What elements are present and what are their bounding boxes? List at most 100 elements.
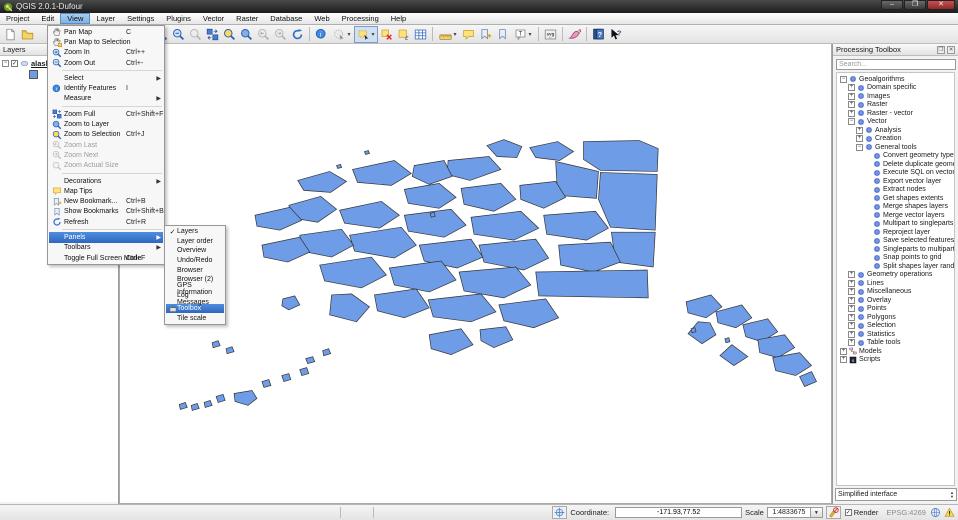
submenu-item-undo-redo[interactable]: Undo/Redo: [166, 256, 224, 266]
attribute-table-icon[interactable]: [412, 26, 429, 43]
map-polygon[interactable]: [261, 236, 311, 263]
coordinate-input[interactable]: [615, 507, 743, 518]
tree-item-raster-vector[interactable]: + Raster - vector: [837, 109, 954, 118]
tree-item-scripts[interactable]: + s Scripts: [837, 356, 954, 365]
map-polygon[interactable]: [364, 150, 370, 155]
tree-item-points[interactable]: + Points: [837, 305, 954, 314]
tree-item-analysis[interactable]: + Analysis: [837, 126, 954, 135]
submenu-item-layers[interactable]: ✓ Layers: [166, 227, 224, 237]
tree-expander[interactable]: +: [848, 279, 855, 287]
tree-item-save-selected-features[interactable]: Save selected features: [837, 237, 954, 246]
tree-item-images[interactable]: + Images: [837, 92, 954, 101]
menu-item-refresh[interactable]: Refresh Ctrl+R: [49, 217, 163, 227]
zoom-last-icon[interactable]: [255, 26, 272, 43]
menu-item-identify-features[interactable]: i Identify Features I: [49, 83, 163, 93]
zoom-full-icon[interactable]: [204, 26, 221, 43]
menu-item-zoom-last[interactable]: Zoom Last: [49, 140, 163, 150]
map-polygon[interactable]: [281, 295, 301, 311]
map-polygon[interactable]: [281, 373, 292, 382]
help-contents-icon[interactable]: ?: [590, 26, 607, 43]
menubar-item-processing[interactable]: Processing: [336, 13, 385, 24]
tree-expander[interactable]: +: [848, 322, 855, 330]
menu-item-select[interactable]: Select ▶: [49, 73, 163, 83]
map-tips-icon[interactable]: [460, 26, 477, 43]
tree-expander[interactable]: +: [856, 126, 863, 134]
menubar-item-database[interactable]: Database: [264, 13, 308, 24]
deselect-all-icon[interactable]: [378, 26, 395, 43]
map-polygon[interactable]: [305, 356, 316, 365]
map-polygon[interactable]: [215, 394, 226, 403]
zoom-layer-icon[interactable]: [238, 26, 255, 43]
map-polygon[interactable]: [411, 160, 453, 185]
tree-item-convert-geometry-type[interactable]: Convert geometry type: [837, 152, 954, 161]
map-polygon[interactable]: [583, 140, 659, 172]
menu-item-zoom-next[interactable]: Zoom Next: [49, 150, 163, 160]
tree-item-get-shapes-extents[interactable]: Get shapes extents: [837, 194, 954, 203]
map-polygon[interactable]: [233, 390, 258, 406]
menubar-item-settings[interactable]: Settings: [121, 13, 160, 24]
tree-item-raster[interactable]: + Raster: [837, 101, 954, 110]
map-polygon[interactable]: [403, 208, 467, 238]
map-polygon[interactable]: [261, 379, 272, 388]
map-polygon[interactable]: [478, 238, 550, 271]
zoom-native-icon[interactable]: [187, 26, 204, 43]
tree-item-models[interactable]: + Models: [837, 347, 954, 356]
menu-item-pan-map[interactable]: Pan Map C: [49, 27, 163, 37]
map-polygon[interactable]: [352, 160, 412, 186]
tree-item-creation[interactable]: + Creation: [837, 135, 954, 144]
map-polygon[interactable]: [535, 269, 649, 299]
menu-item-zoom-to-layer[interactable]: Zoom to Layer: [49, 119, 163, 129]
map-polygon[interactable]: [529, 141, 575, 161]
select-rubber-icon[interactable]: ▾: [330, 26, 354, 43]
maximize-button[interactable]: ❐: [904, 0, 926, 10]
zoom-selection-icon[interactable]: [221, 26, 238, 43]
minimize-button[interactable]: –: [881, 0, 903, 10]
text-annotation-icon[interactable]: T ▾: [511, 26, 535, 43]
tree-item-split-shapes-layer-randomly[interactable]: Split shapes layer randomly: [837, 262, 954, 271]
map-polygon[interactable]: [349, 226, 417, 259]
map-polygon[interactable]: [543, 210, 609, 241]
tree-item-statistics[interactable]: + Statistics: [837, 330, 954, 339]
new-project-icon[interactable]: [2, 26, 19, 43]
tree-item-snap-points-to-grid[interactable]: Snap points to grid: [837, 254, 954, 263]
map-polygon[interactable]: [458, 266, 532, 299]
submenu-item-layer-order[interactable]: Layer order: [166, 237, 224, 247]
menu-item-zoom-out[interactable]: Zoom Out Ctrl+-: [49, 58, 163, 68]
tree-expander[interactable]: +: [848, 84, 855, 92]
menubar-item-vector[interactable]: Vector: [197, 13, 230, 24]
menu-item-pan-map-to-selection[interactable]: Pan Map to Selection: [49, 37, 163, 48]
tree-expander[interactable]: +: [848, 330, 855, 338]
layer-symbology-swatch[interactable]: [29, 70, 38, 79]
tree-expander[interactable]: +: [848, 109, 855, 117]
menubar-item-help[interactable]: Help: [385, 13, 412, 24]
map-polygon[interactable]: [225, 346, 235, 355]
tree-item-export-vector-layer[interactable]: Export vector layer: [837, 177, 954, 186]
menubar-item-web[interactable]: Web: [308, 13, 335, 24]
mouse-position-toggle[interactable]: [552, 506, 568, 519]
tree-expander[interactable]: +: [840, 347, 847, 355]
menu-item-toggle-full-screen-mode[interactable]: Toggle Full Screen Mode Ctrl+F: [49, 253, 163, 263]
new-bookmark-icon[interactable]: [477, 26, 494, 43]
interface-mode-select[interactable]: Simplified interface ▲ ▼: [835, 488, 957, 501]
submenu-item-browser[interactable]: Browser: [166, 265, 224, 275]
tree-item-merge-vector-layers[interactable]: Merge vector layers: [837, 211, 954, 220]
menubar-item-raster[interactable]: Raster: [230, 13, 264, 24]
menu-item-panels[interactable]: Panels ▶: [49, 232, 163, 243]
map-polygon[interactable]: [690, 327, 697, 334]
tree-item-merge-shapes-layers[interactable]: Merge shapes layers: [837, 203, 954, 212]
close-button[interactable]: ✕: [927, 0, 955, 10]
tree-expander[interactable]: −: [856, 143, 863, 151]
map-polygon[interactable]: [403, 183, 457, 209]
select-expression-icon[interactable]: ε: [395, 26, 412, 43]
menu-item-zoom-to-selection[interactable]: Zoom to Selection Ctrl+J: [49, 130, 163, 140]
processing-search-input[interactable]: [836, 59, 956, 70]
tree-expander[interactable]: +: [848, 101, 855, 109]
map-polygon[interactable]: [799, 371, 817, 387]
map-polygon[interactable]: [486, 139, 523, 158]
tree-item-reproject-layer[interactable]: Reproject layer: [837, 228, 954, 237]
layer-expander[interactable]: −: [2, 59, 9, 67]
menu-item-measure[interactable]: Measure ▶: [49, 94, 163, 104]
tree-item-vector[interactable]: − Vector: [837, 118, 954, 127]
map-polygon[interactable]: [470, 210, 540, 241]
menubar-item-edit[interactable]: Edit: [35, 13, 60, 24]
